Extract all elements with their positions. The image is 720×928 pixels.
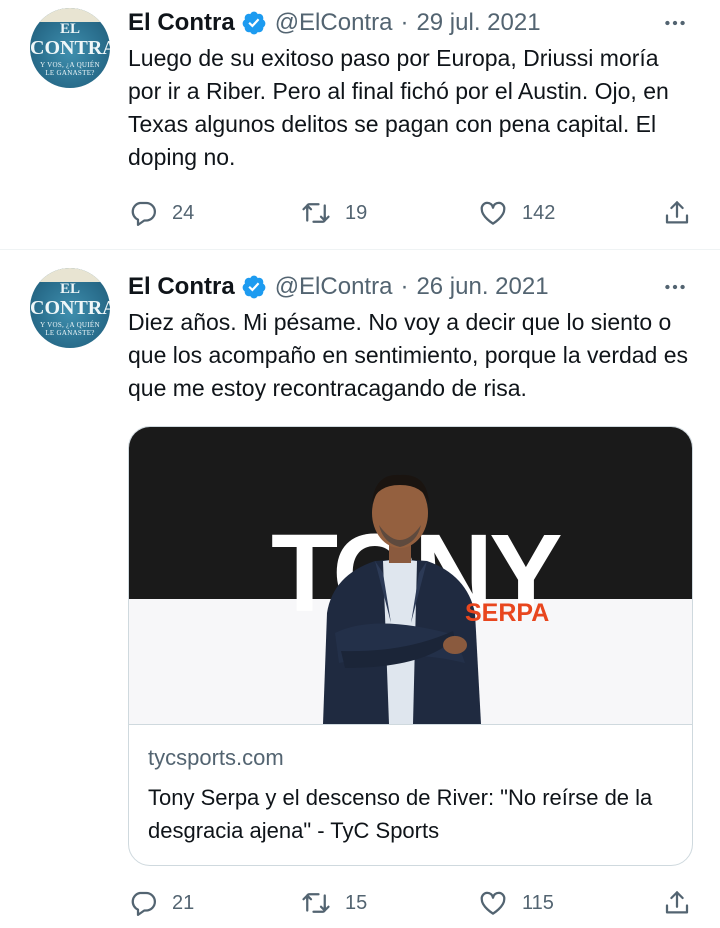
avatar-text: Y VOS, ¿A QUIÉN — [40, 61, 100, 69]
tweet-date[interactable]: 29 jul. 2021 — [416, 9, 540, 37]
card-image-subtitle: SERPA — [465, 599, 550, 627]
tweet-text: Luego de su exitoso paso por Europa, Dri… — [128, 45, 669, 170]
tweet-header: El Contra @ElContra · 26 jun. 2021 — [128, 272, 549, 302]
author-name[interactable]: El Contra — [128, 273, 235, 301]
more-options-icon — [665, 20, 685, 26]
avatar-text: Y VOS, ¿A QUIÉN — [40, 321, 100, 329]
reply-button[interactable]: 21 — [128, 885, 194, 921]
more-options-icon — [665, 284, 685, 290]
like-button[interactable]: 142 — [478, 195, 555, 231]
tweet-actions: 24 19 142 — [128, 195, 694, 231]
author-handle[interactable]: @ElContra — [275, 273, 393, 301]
share-icon — [665, 891, 689, 914]
like-icon — [480, 891, 506, 915]
avatar-text: LE GANASTE? — [45, 69, 95, 77]
like-count: 115 — [522, 891, 554, 914]
avatar[interactable]: EL CONTRA Y VOS, ¿A QUIÉN LE GANASTE? — [30, 268, 110, 348]
avatar-text: EL — [59, 21, 80, 37]
author-handle[interactable]: @ElContra — [275, 9, 393, 37]
like-icon — [480, 201, 506, 225]
reply-button[interactable]: 24 — [128, 195, 194, 231]
retweet-icon — [302, 203, 330, 223]
separator: · — [400, 9, 409, 36]
tweet[interactable]: EL CONTRA Y VOS, ¿A QUIÉN LE GANASTE? El… — [0, 250, 720, 928]
avatar-text: CONTRA — [30, 37, 110, 59]
share-button[interactable] — [662, 885, 692, 921]
retweet-button[interactable]: 15 — [301, 885, 367, 921]
author-name[interactable]: El Contra — [128, 9, 235, 37]
tweet-text: Diez años. Mi pésame. No voy a decir que… — [128, 309, 689, 401]
verified-badge-icon — [242, 275, 266, 299]
reply-icon — [131, 201, 156, 226]
more-options-button[interactable] — [660, 272, 690, 302]
card-image[interactable]: TONY — [129, 427, 692, 724]
reply-count: 21 — [172, 891, 195, 914]
avatar-text: EL — [59, 281, 80, 297]
share-button[interactable] — [662, 195, 692, 231]
retweet-count: 15 — [345, 891, 368, 914]
reply-icon — [131, 891, 156, 916]
tweet-date[interactable]: 26 jun. 2021 — [416, 273, 548, 301]
like-button[interactable]: 115 — [478, 885, 554, 921]
reply-count: 24 — [172, 201, 195, 224]
like-count: 142 — [522, 201, 556, 224]
more-options-button[interactable] — [660, 8, 690, 38]
retweet-icon — [302, 893, 330, 913]
tweet[interactable]: EL CONTRA Y VOS, ¿A QUIÉN LE GANASTE? El… — [0, 0, 720, 250]
tweet-header: El Contra @ElContra · 29 jul. 2021 — [128, 8, 541, 38]
person-illustration — [323, 474, 481, 724]
avatar[interactable]: EL CONTRA Y VOS, ¿A QUIÉN LE GANASTE? — [30, 8, 110, 88]
avatar-text: LE GANASTE? — [45, 329, 95, 337]
card-title[interactable]: Tony Serpa y el descenso de River: "No r… — [148, 781, 668, 847]
separator: · — [400, 273, 409, 300]
verified-badge-icon — [242, 11, 266, 35]
share-icon — [665, 201, 689, 224]
retweet-count: 19 — [345, 201, 368, 224]
link-card[interactable]: TONY — [128, 426, 693, 866]
retweet-button[interactable]: 19 — [301, 195, 367, 231]
avatar-text: CONTRA — [30, 297, 110, 319]
card-domain[interactable]: tycsports.com — [148, 745, 284, 771]
tweet-actions: 21 15 115 — [128, 885, 694, 921]
